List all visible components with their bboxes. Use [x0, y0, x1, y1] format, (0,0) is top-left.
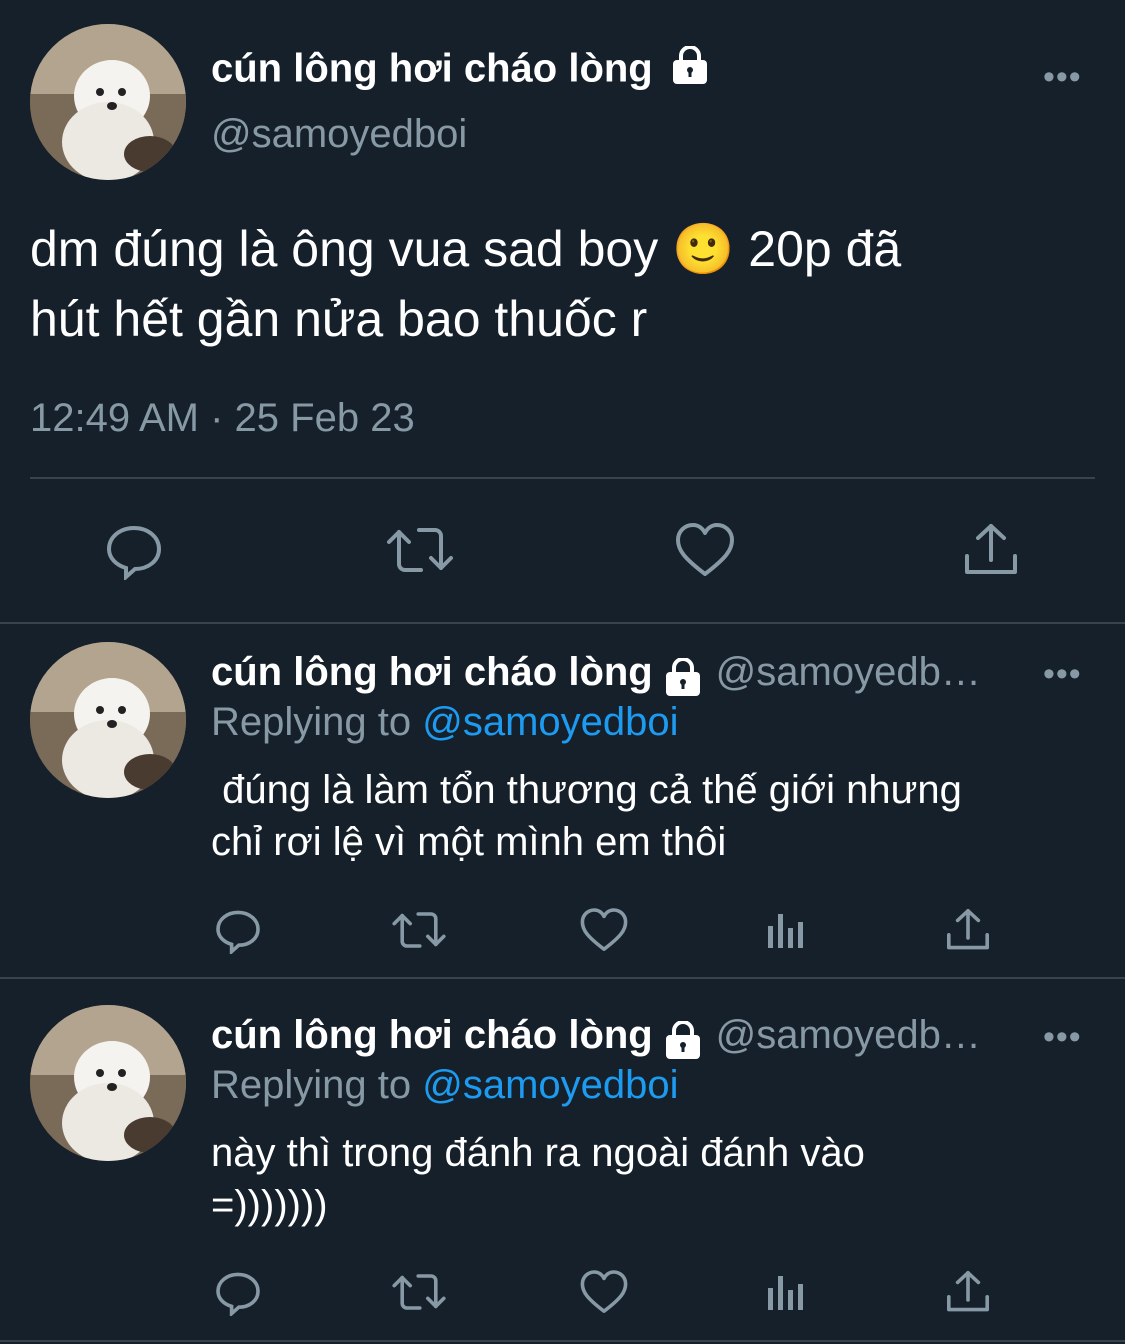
retweet-icon[interactable]: [391, 1268, 447, 1316]
analytics-icon[interactable]: [764, 908, 808, 952]
divider: [0, 622, 1125, 624]
tweet-text-line: chỉ rơi lệ vì một mình em thôi: [211, 820, 727, 864]
like-icon[interactable]: [579, 1268, 629, 1316]
avatar[interactable]: [30, 1005, 186, 1161]
replying-handle-link[interactable]: @samoyedboi: [422, 1063, 678, 1107]
lock-icon: [663, 657, 703, 703]
tweet-text: dm đúng là ông vua sad boy 🙂 20p đã hút …: [30, 214, 1110, 354]
replying-prefix: Replying to: [211, 1063, 412, 1107]
share-icon[interactable]: [944, 1268, 992, 1316]
avatar[interactable]: [30, 24, 186, 180]
more-icon[interactable]: •••: [1043, 1018, 1082, 1057]
reply-header: cún lông hơi cháo lòng @samoyedb…: [211, 1013, 981, 1066]
divider: [0, 1340, 1125, 1342]
share-icon[interactable]: [944, 906, 992, 954]
tweet-text-line: dm đúng là ông vua sad boy 🙂 20p đã: [30, 221, 902, 277]
replying-prefix: Replying to: [211, 700, 412, 744]
tweet-text: này thì trong đánh ra ngoài đánh vào =))…: [211, 1127, 1111, 1231]
reply-icon[interactable]: [104, 520, 164, 580]
divider: [30, 477, 1095, 479]
replying-to: Replying to @samoyedboi: [211, 1063, 679, 1108]
display-name[interactable]: cún lông hơi cháo lòng: [211, 45, 710, 96]
replying-handle-link[interactable]: @samoyedboi: [422, 700, 678, 744]
replying-to: Replying to @samoyedboi: [211, 700, 679, 745]
display-name[interactable]: cún lông hơi cháo lòng: [211, 650, 653, 694]
like-icon[interactable]: [579, 906, 629, 954]
more-icon[interactable]: •••: [1043, 58, 1082, 97]
more-icon[interactable]: •••: [1043, 655, 1082, 694]
share-icon[interactable]: [961, 520, 1021, 580]
divider: [0, 977, 1125, 979]
tweet-text-line: này thì trong đánh ra ngoài đánh vào: [211, 1131, 865, 1175]
tweet-timestamp[interactable]: 12:49 AM · 25 Feb 23: [30, 396, 415, 441]
lock-icon: [670, 45, 710, 96]
reply-icon[interactable]: [214, 906, 262, 954]
handle[interactable]: @samoyedboi: [211, 112, 467, 157]
tweet-text-line: =))))))): [211, 1183, 328, 1227]
tweet-text-line: hút hết gần nửa bao thuốc r: [30, 291, 648, 347]
analytics-icon[interactable]: [764, 1270, 808, 1314]
reply-header: cún lông hơi cháo lòng @samoyedb…: [211, 650, 981, 703]
retweet-icon[interactable]: [391, 906, 447, 954]
retweet-icon[interactable]: [385, 520, 455, 580]
reply-icon[interactable]: [214, 1268, 262, 1316]
tweet-text: đúng là làm tổn thương cả thế giới nhưng…: [211, 764, 1111, 868]
like-icon[interactable]: [674, 520, 736, 580]
handle[interactable]: @samoyedb…: [716, 650, 981, 694]
avatar[interactable]: [30, 642, 186, 798]
tweet-text-line: đúng là làm tổn thương cả thế giới nhưng: [211, 768, 962, 812]
display-name[interactable]: cún lông hơi cháo lòng: [211, 1013, 653, 1057]
handle[interactable]: @samoyedb…: [716, 1013, 981, 1057]
lock-icon: [663, 1020, 703, 1066]
